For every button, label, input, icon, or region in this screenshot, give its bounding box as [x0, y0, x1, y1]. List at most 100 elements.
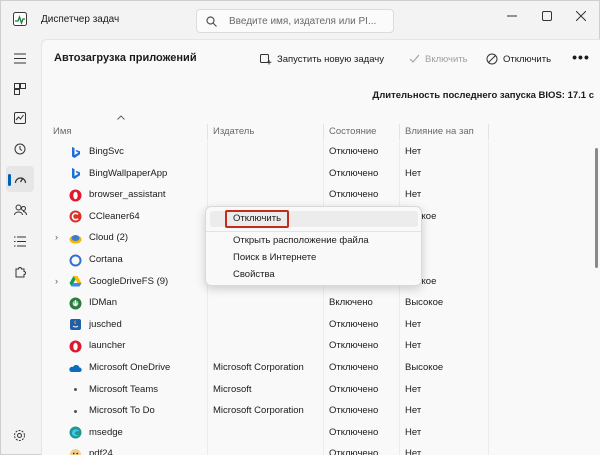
nav-startup-apps[interactable] [6, 166, 34, 192]
table-row[interactable]: BingWallpaperApp Отключено Нет [42, 163, 590, 185]
context-menu-properties[interactable]: Свойства [210, 267, 418, 283]
history-icon [14, 143, 26, 155]
window-title: Диспетчер задач [41, 14, 120, 25]
cell-publisher [213, 335, 321, 357]
nav-services[interactable] [6, 259, 34, 285]
table-row[interactable]: jusched Отключено Нет [42, 314, 590, 336]
cell-status: Отключено [329, 189, 379, 201]
todo-icon [69, 405, 82, 418]
cell-status: Отключено [329, 362, 379, 373]
nav-details[interactable] [6, 228, 34, 254]
cell-app-name: pdf24 [89, 448, 113, 455]
table-row[interactable]: browser_assistant Отключено Нет [42, 184, 590, 206]
cell-app-name: Cortana [89, 254, 123, 265]
nav-app-history[interactable] [6, 136, 34, 162]
check-icon [409, 54, 420, 63]
edge-icon [69, 426, 82, 439]
services-puzzle-icon [15, 267, 26, 278]
active-indicator [8, 174, 11, 186]
cell-app-name: BingSvc [89, 146, 124, 157]
cell-status: Отключено [329, 383, 379, 395]
pdf24-icon [69, 448, 82, 455]
cell-impact: Нет [405, 146, 422, 157]
maximize-button[interactable] [532, 5, 562, 27]
new-task-icon [260, 54, 272, 65]
opera-icon [69, 340, 82, 353]
search-icon [206, 16, 217, 27]
cell-app-name: Microsoft OneDrive [89, 362, 171, 373]
run-new-task-button[interactable]: Запустить новую задачу [260, 48, 384, 70]
enable-button[interactable]: Включить [409, 48, 468, 70]
nav-performance[interactable] [6, 105, 34, 131]
opera-icon [69, 189, 82, 202]
expand-chevron-icon[interactable]: › [55, 227, 58, 249]
cell-status: Включено [329, 297, 373, 309]
column-divider[interactable] [488, 124, 489, 140]
search-placeholder: Введите имя, издателя или PI... [229, 16, 377, 27]
cell-impact: Нет [405, 318, 422, 330]
more-options-button[interactable]: ••• [570, 48, 592, 70]
cloud-icon [69, 232, 82, 245]
table-row[interactable]: IDMan Включено Высокое [42, 292, 590, 314]
users-icon [13, 204, 27, 216]
minimize-button[interactable] [497, 5, 527, 27]
table-row[interactable]: launcher Отключено Нет [42, 335, 590, 357]
cell-status: Отключено [329, 146, 379, 157]
idm-icon [69, 297, 82, 310]
column-header-status[interactable]: Состояние [324, 124, 399, 140]
hamburger-icon [14, 53, 26, 63]
bing-icon [69, 167, 82, 180]
cell-impact: Нет [405, 448, 422, 455]
cell-impact: Нет [405, 383, 422, 395]
table-header: Имя Издатель Состояние Влияние на зап [42, 124, 600, 140]
column-header-name[interactable]: Имя [42, 124, 207, 140]
cell-publisher [213, 314, 321, 336]
table-row[interactable]: Microsoft To Do Microsoft Corporation Откл… [42, 400, 590, 422]
nav-processes[interactable] [6, 76, 34, 102]
onedrive-icon [69, 362, 82, 375]
performance-icon [14, 112, 26, 124]
task-manager-window: Диспетчер задач Введите имя, издателя ил… [0, 0, 600, 455]
cell-publisher [213, 443, 321, 455]
minimize-icon [507, 15, 517, 17]
cell-publisher [213, 141, 321, 163]
table-row[interactable]: msedge Отключено Нет [42, 422, 590, 444]
cell-impact: Нет [405, 189, 422, 201]
disable-button[interactable]: Отключить [486, 48, 551, 70]
page-title: Автозагрузка приложений [54, 52, 197, 64]
context-menu-search-online[interactable]: Поиск в Интернете [210, 250, 418, 266]
table-row[interactable]: Microsoft OneDrive Microsoft Corporation О… [42, 357, 590, 379]
cell-impact: Нет [405, 340, 422, 352]
enable-label: Включить [425, 53, 468, 65]
cell-impact: Высокое [405, 297, 444, 309]
nav-users[interactable] [6, 197, 34, 223]
task-manager-app-icon [13, 12, 27, 26]
close-button[interactable] [566, 5, 596, 27]
cell-impact: Нет [405, 405, 422, 417]
table-row[interactable]: BingSvc Отключено Нет [42, 141, 590, 163]
cell-app-name: CCleaner64 [89, 210, 140, 222]
cell-publisher: Microsoft [213, 383, 252, 395]
cell-publisher: Microsoft Corporation [213, 405, 304, 417]
cell-status: Отключено [329, 167, 379, 179]
table-row[interactable]: Microsoft Teams Microsoft Отключено Нет [42, 379, 590, 401]
cell-status: Отключено [329, 318, 379, 330]
settings-button[interactable] [13, 429, 26, 445]
search-box[interactable]: Введите имя, издателя или PI... [196, 9, 394, 33]
cell-app-name: Microsoft To Do [89, 405, 155, 417]
context-menu-open-file-location[interactable]: Открыть расположение файла [210, 233, 418, 249]
ccleaner-icon [69, 210, 82, 223]
navigation-pane [1, 39, 39, 455]
hamburger-menu-button[interactable] [6, 45, 34, 71]
cell-app-name: Cloud (2) [89, 232, 129, 244]
cell-status: Отключено [329, 405, 379, 417]
column-header-impact[interactable]: Влияние на зап [400, 124, 488, 140]
maximize-icon [542, 11, 552, 21]
vertical-scrollbar[interactable] [595, 148, 598, 268]
table-row[interactable]: pdf24 Отключено Нет [42, 443, 590, 455]
cell-app-name: BingWallpaperApp [89, 167, 168, 179]
column-header-publisher[interactable]: Издатель [208, 124, 323, 140]
cell-publisher [213, 163, 321, 185]
expand-chevron-icon[interactable]: › [55, 271, 58, 293]
cell-status: Отключено [329, 426, 379, 438]
